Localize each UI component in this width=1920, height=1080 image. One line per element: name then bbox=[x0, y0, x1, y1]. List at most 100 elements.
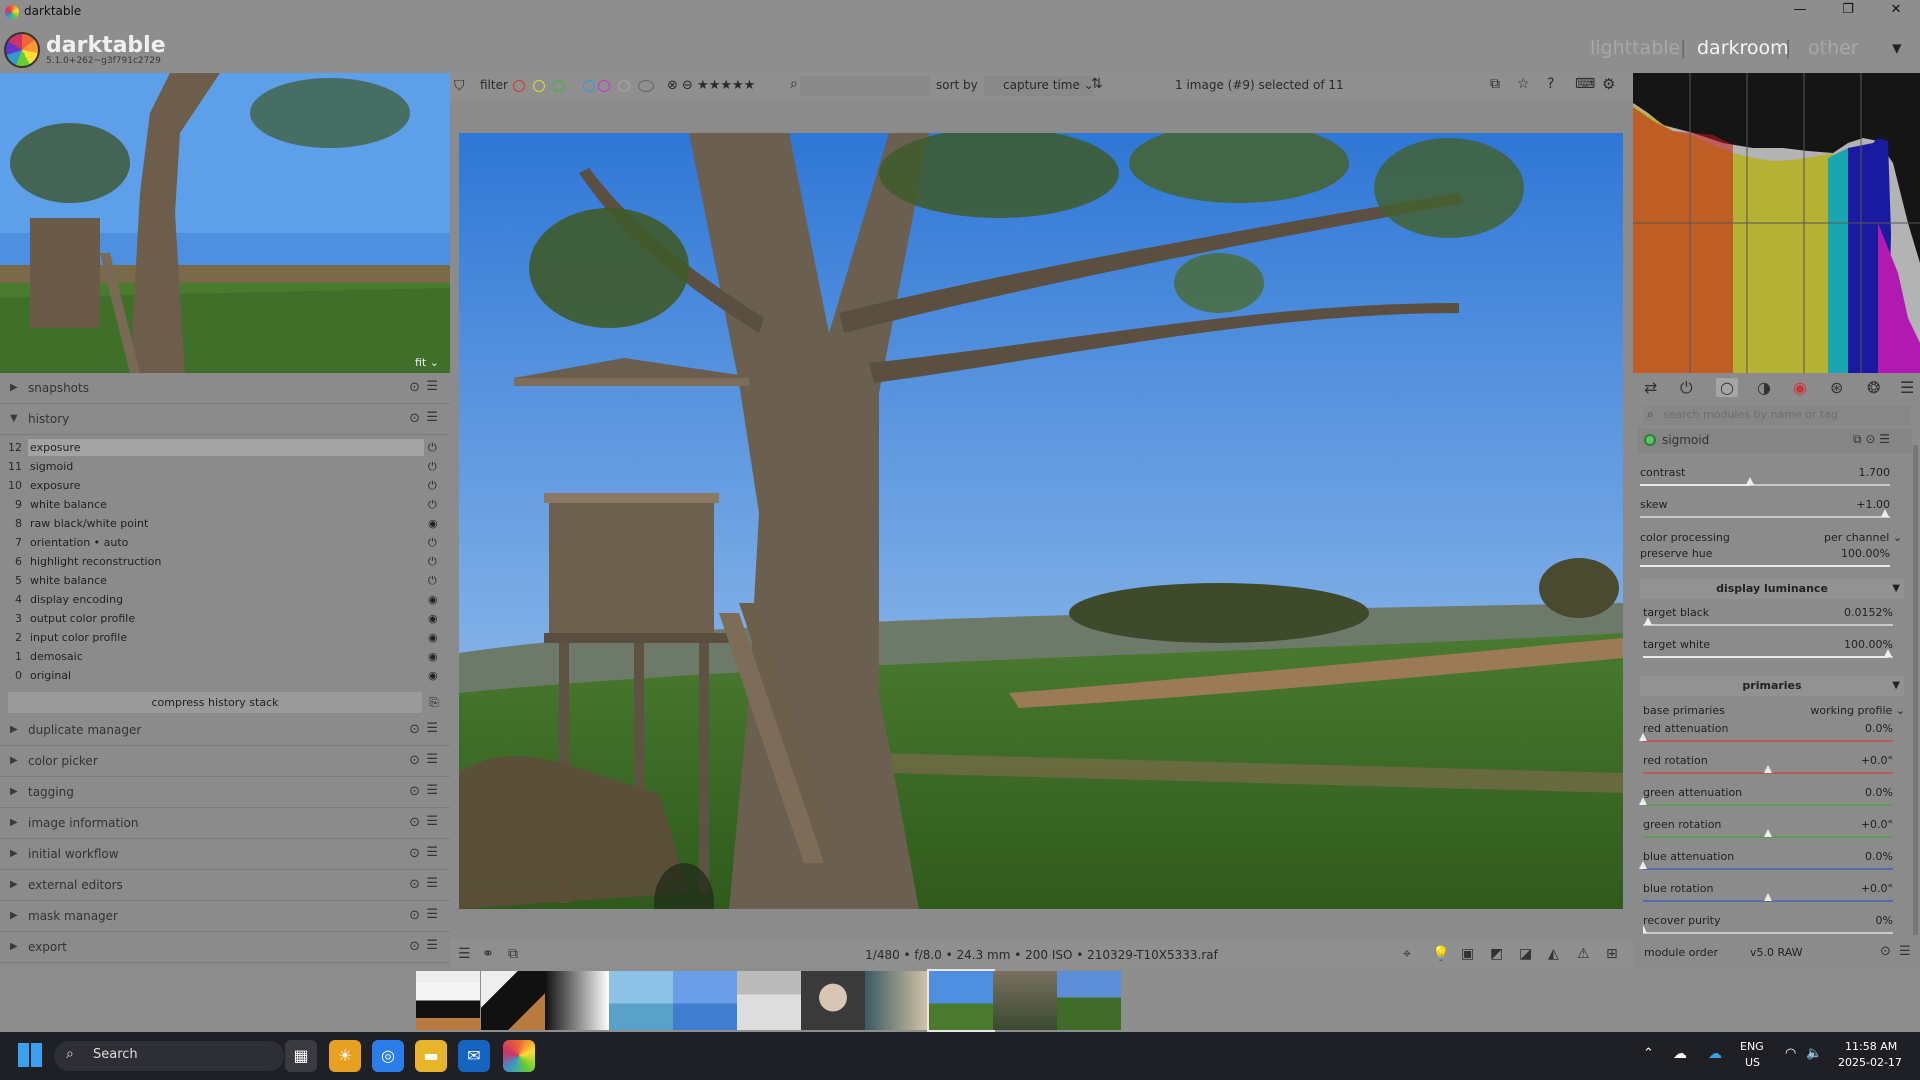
reset-icon[interactable]: ⊙ bbox=[1880, 944, 1891, 959]
filmstrip-thumbnail[interactable] bbox=[416, 971, 480, 1030]
slider-knob[interactable] bbox=[1639, 797, 1647, 805]
contrast-slider[interactable]: contrast 1.700 bbox=[1640, 464, 1890, 496]
clock-date[interactable]: 2025-02-17 bbox=[1838, 1056, 1902, 1069]
minimize-icon[interactable]: — bbox=[1780, 2, 1820, 22]
filmstrip-thumbnail[interactable] bbox=[865, 971, 929, 1030]
presets-icon[interactable]: ☰ bbox=[426, 938, 438, 953]
color-group-icon[interactable]: ◉ bbox=[1793, 378, 1807, 397]
color-label-yellow-icon[interactable] bbox=[533, 80, 545, 92]
history-item[interactable]: 1 demosaic ◉ bbox=[0, 648, 450, 667]
raw-overexposed-icon[interactable]: ▣ bbox=[1461, 946, 1474, 962]
gear-icon[interactable]: ⚙ bbox=[1602, 75, 1615, 93]
filter-icon[interactable]: ⛉ bbox=[454, 78, 465, 94]
taskbar-search-box[interactable] bbox=[54, 1041, 284, 1071]
main-image[interactable] bbox=[459, 133, 1623, 909]
reset-icon[interactable]: ⊙ bbox=[409, 411, 420, 426]
wifi-icon[interactable]: ◠ bbox=[1785, 1046, 1796, 1061]
presets-icon[interactable]: ☰ bbox=[1900, 378, 1914, 397]
slider-knob[interactable] bbox=[1881, 509, 1889, 517]
history-item[interactable]: 0 original ◉ bbox=[0, 667, 450, 686]
history-item[interactable]: 10 exposure ⏻ bbox=[0, 477, 450, 496]
navigation-preview[interactable] bbox=[0, 73, 450, 373]
volume-icon[interactable]: 🔈 bbox=[1806, 1046, 1822, 1061]
module-duplicate-manager[interactable]: ▶ duplicate manager ⊙ ☰ bbox=[0, 716, 450, 746]
correct-group-icon[interactable]: ⊛ bbox=[1830, 378, 1843, 397]
slider-knob[interactable] bbox=[1764, 893, 1772, 901]
onedrive-icon[interactable]: ☁ bbox=[1708, 1046, 1722, 1062]
color-label-operator-icon[interactable] bbox=[638, 80, 654, 92]
cloud-icon[interactable]: ☁ bbox=[1673, 1046, 1687, 1062]
filmstrip-thumbnail[interactable] bbox=[1057, 971, 1121, 1030]
clock-time[interactable]: 11:58 AM bbox=[1845, 1040, 1897, 1053]
history-item[interactable]: 9 white balance ⏻ bbox=[0, 496, 450, 515]
filmstrip-thumbnail[interactable] bbox=[545, 971, 609, 1030]
outlook-icon[interactable]: ✉ bbox=[458, 1040, 490, 1072]
region-label[interactable]: US bbox=[1745, 1056, 1760, 1069]
color-label-gray-icon[interactable] bbox=[618, 80, 630, 92]
slider-knob[interactable] bbox=[1644, 617, 1652, 625]
modules-scrollbar[interactable] bbox=[1913, 445, 1918, 935]
reset-icon[interactable]: ⊙ bbox=[409, 908, 420, 923]
presets-icon[interactable]: ☰ bbox=[1899, 944, 1911, 959]
module-actions-icon[interactable]: ⧉ ⊙ ☰ bbox=[1853, 432, 1890, 447]
target-white-slider[interactable]: target white 100.00% bbox=[1643, 636, 1893, 668]
iso12646-icon[interactable]: 💡 bbox=[1432, 946, 1449, 962]
history-item[interactable]: 2 input color profile ◉ bbox=[0, 629, 450, 648]
presets-icon[interactable]: ☰ bbox=[426, 783, 438, 798]
color-label-blue-icon[interactable] bbox=[583, 80, 595, 92]
green-attenuation-slider[interactable]: green attenuation 0.0% bbox=[1639, 784, 1893, 816]
sort-order-icon[interactable]: ⇅ bbox=[1091, 76, 1103, 92]
slider-knob[interactable] bbox=[1764, 765, 1772, 773]
darktable-taskbar-icon[interactable] bbox=[503, 1040, 535, 1072]
windows-start-icon[interactable] bbox=[18, 1043, 42, 1067]
history-item[interactable]: 3 output color profile ◉ bbox=[0, 610, 450, 629]
help-icon[interactable]: ? bbox=[1547, 76, 1554, 92]
preserve-hue-slider[interactable]: preserve hue 100.00% bbox=[1640, 545, 1890, 577]
skew-slider[interactable]: skew +1.00 bbox=[1640, 496, 1890, 528]
view-other[interactable]: other bbox=[1808, 37, 1859, 59]
history-item[interactable]: 8 raw black/white point ◉ bbox=[0, 515, 450, 534]
blue-rotation-slider[interactable]: blue rotation +0.0° bbox=[1643, 880, 1893, 912]
reset-icon[interactable]: ⊙ bbox=[409, 846, 420, 861]
filmstrip-thumbnail[interactable] bbox=[673, 971, 737, 1030]
file-explorer-icon[interactable]: ▬ bbox=[415, 1040, 447, 1072]
slider-knob[interactable] bbox=[1746, 477, 1754, 485]
overlays-icon[interactable]: ⧉ bbox=[1490, 76, 1500, 92]
recover-purity-slider[interactable]: recover purity 0% bbox=[1643, 912, 1893, 936]
text-search-input[interactable] bbox=[800, 76, 930, 96]
filmstrip-thumbnail[interactable] bbox=[801, 971, 865, 1030]
filmstrip-thumbnail-selected[interactable] bbox=[927, 969, 995, 1032]
rating-filter[interactable]: ⊗ ⊖ ★★★★★ bbox=[667, 78, 755, 93]
reset-icon[interactable]: ⊙ bbox=[409, 815, 420, 830]
warning-icon[interactable]: ⚠ bbox=[1577, 946, 1590, 962]
compress-history-button[interactable]: compress history stack bbox=[8, 692, 422, 713]
tray-overflow-icon[interactable]: ⌃ bbox=[1643, 1046, 1654, 1061]
create-style-icon[interactable]: ⎘ bbox=[425, 692, 443, 713]
reset-icon[interactable]: ⊙ bbox=[409, 753, 420, 768]
green-rotation-slider[interactable]: green rotation +0.0° bbox=[1643, 816, 1893, 848]
red-attenuation-slider[interactable]: red attenuation 0.0% bbox=[1639, 720, 1893, 752]
presets-icon[interactable]: ☰ bbox=[426, 814, 438, 829]
gamut-check-icon[interactable]: ◭ bbox=[1548, 946, 1559, 962]
module-order-value[interactable]: v5.0 RAW bbox=[1750, 946, 1803, 959]
module-color-picker[interactable]: ▶ color picker ⊙ ☰ bbox=[0, 747, 450, 777]
module-export[interactable]: ▶ export ⊙ ☰ bbox=[0, 933, 450, 963]
views-menu-icon[interactable]: ▾ bbox=[1892, 37, 1902, 59]
reset-icon[interactable]: ⊙ bbox=[409, 877, 420, 892]
history-item[interactable]: 4 display encoding ◉ bbox=[0, 591, 450, 610]
history-item[interactable]: 7 orientation • auto ⏻ bbox=[0, 534, 450, 553]
zoom-fit-dropdown[interactable]: fit ⌄ bbox=[415, 356, 439, 369]
history-item[interactable]: 12 exposure ⏻ bbox=[0, 439, 450, 458]
blue-attenuation-slider[interactable]: blue attenuation 0.0% bbox=[1639, 848, 1893, 880]
maximize-icon[interactable]: ❐ bbox=[1828, 2, 1868, 22]
module-power-icon[interactable] bbox=[1644, 434, 1656, 446]
slider-knob[interactable] bbox=[1639, 861, 1647, 869]
primaries-section[interactable]: primaries ▼ bbox=[1640, 676, 1904, 696]
shortcuts-icon[interactable]: ⌨ bbox=[1575, 76, 1595, 92]
histogram[interactable] bbox=[1633, 73, 1920, 373]
presets-icon[interactable]: ☰ bbox=[426, 379, 438, 394]
module-initial-workflow[interactable]: ▶ initial workflow ⊙ ☰ bbox=[0, 840, 450, 870]
reset-icon[interactable]: ⊙ bbox=[409, 722, 420, 737]
presets-icon[interactable]: ☰ bbox=[426, 752, 438, 767]
view-darkroom[interactable]: darkroom bbox=[1697, 37, 1789, 59]
